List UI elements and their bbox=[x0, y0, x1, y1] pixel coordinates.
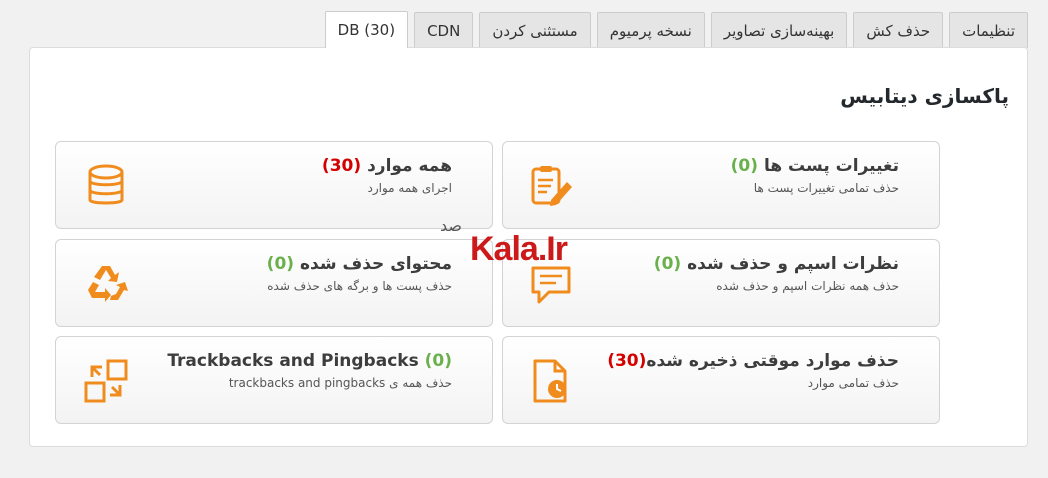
card-title: حذف موارد موقتی ذخیره شده(30) bbox=[607, 351, 899, 371]
count-badge: (0) bbox=[266, 254, 295, 274]
file-clock-icon bbox=[533, 359, 567, 403]
count-badge: (0) bbox=[653, 254, 682, 274]
tab-cdn[interactable]: CDN bbox=[414, 12, 474, 48]
card-title: همه موارد (30) bbox=[321, 156, 452, 176]
chat-bubble-icon bbox=[531, 266, 571, 304]
tab-bar: تنظیمات حذف کش بهینه‌سازی تصاویر نسخه پر… bbox=[324, 11, 1028, 48]
count-badge: (0) bbox=[730, 156, 759, 176]
db-cleanup-panel: پاکسازی دیتابیس تغییرات پست ها (0) حذف ت… bbox=[29, 47, 1028, 447]
card-description: حذف همه نظرات اسپم و حذف شده bbox=[716, 279, 899, 293]
tab-image-optimization[interactable]: بهینه‌سازی تصاویر bbox=[710, 12, 848, 48]
arrows-squares-icon bbox=[84, 359, 128, 403]
database-icon bbox=[88, 164, 124, 205]
count-badge: (0) bbox=[424, 351, 452, 371]
card-description: حذف پست ها و برگه های حذف شده bbox=[267, 279, 452, 293]
card-description: حذف همه ی trackbacks and pingbacks bbox=[228, 376, 452, 390]
tab-db[interactable]: DB (30) bbox=[324, 11, 409, 48]
tab-label: DB (30) bbox=[337, 21, 396, 39]
clipboard-pencil-icon bbox=[531, 166, 572, 206]
tab-label: نسخه پرمیوم bbox=[609, 21, 692, 40]
card-trashed-content[interactable]: محتوای حذف شده (0) حذف پست ها و برگه های… bbox=[55, 239, 493, 327]
tab-clear-cache[interactable]: حذف کش bbox=[853, 12, 944, 48]
panel-title: پاکسازی دیتابیس bbox=[840, 84, 1009, 108]
card-all-items[interactable]: همه موارد (30) اجرای همه موارد bbox=[55, 141, 493, 229]
card-spam-comments[interactable]: نظرات اسپم و حذف شده (0) حذف همه نظرات ا… bbox=[502, 239, 940, 327]
card-title: محتوای حذف شده (0) bbox=[266, 254, 452, 274]
tab-label: CDN bbox=[427, 21, 461, 40]
card-title: نظرات اسپم و حذف شده (0) bbox=[653, 254, 899, 274]
card-transients[interactable]: حذف موارد موقتی ذخیره شده(30) حذف تمامی … bbox=[502, 336, 940, 424]
tab-label: حذف کش bbox=[866, 21, 931, 40]
card-description: حذف تمامی موارد bbox=[807, 376, 899, 390]
tab-premium[interactable]: نسخه پرمیوم bbox=[596, 12, 705, 48]
count-badge: (30) bbox=[321, 156, 362, 176]
count-badge: (30) bbox=[607, 351, 647, 371]
card-post-revisions[interactable]: تغییرات پست ها (0) حذف تمامی تغییرات پست… bbox=[502, 141, 940, 229]
tab-settings[interactable]: تنظیمات bbox=[949, 12, 1028, 48]
tab-exclude[interactable]: مستثنی کردن bbox=[479, 12, 591, 48]
tab-label: مستثنی کردن bbox=[492, 21, 578, 40]
tab-label: تنظیمات bbox=[962, 21, 1015, 40]
card-description: اجرای همه موارد bbox=[367, 181, 452, 195]
card-description: حذف تمامی تغییرات پست ها bbox=[753, 181, 899, 195]
tab-label: بهینه‌سازی تصاویر bbox=[723, 21, 835, 40]
card-title: تغییرات پست ها (0) bbox=[730, 156, 899, 176]
card-title: Trackbacks and Pingbacks (0) bbox=[167, 351, 452, 371]
recycle-icon bbox=[88, 266, 128, 302]
card-trackbacks[interactable]: Trackbacks and Pingbacks (0) حذف همه ی t… bbox=[55, 336, 493, 424]
page: تنظیمات حذف کش بهینه‌سازی تصاویر نسخه پر… bbox=[0, 0, 1048, 478]
